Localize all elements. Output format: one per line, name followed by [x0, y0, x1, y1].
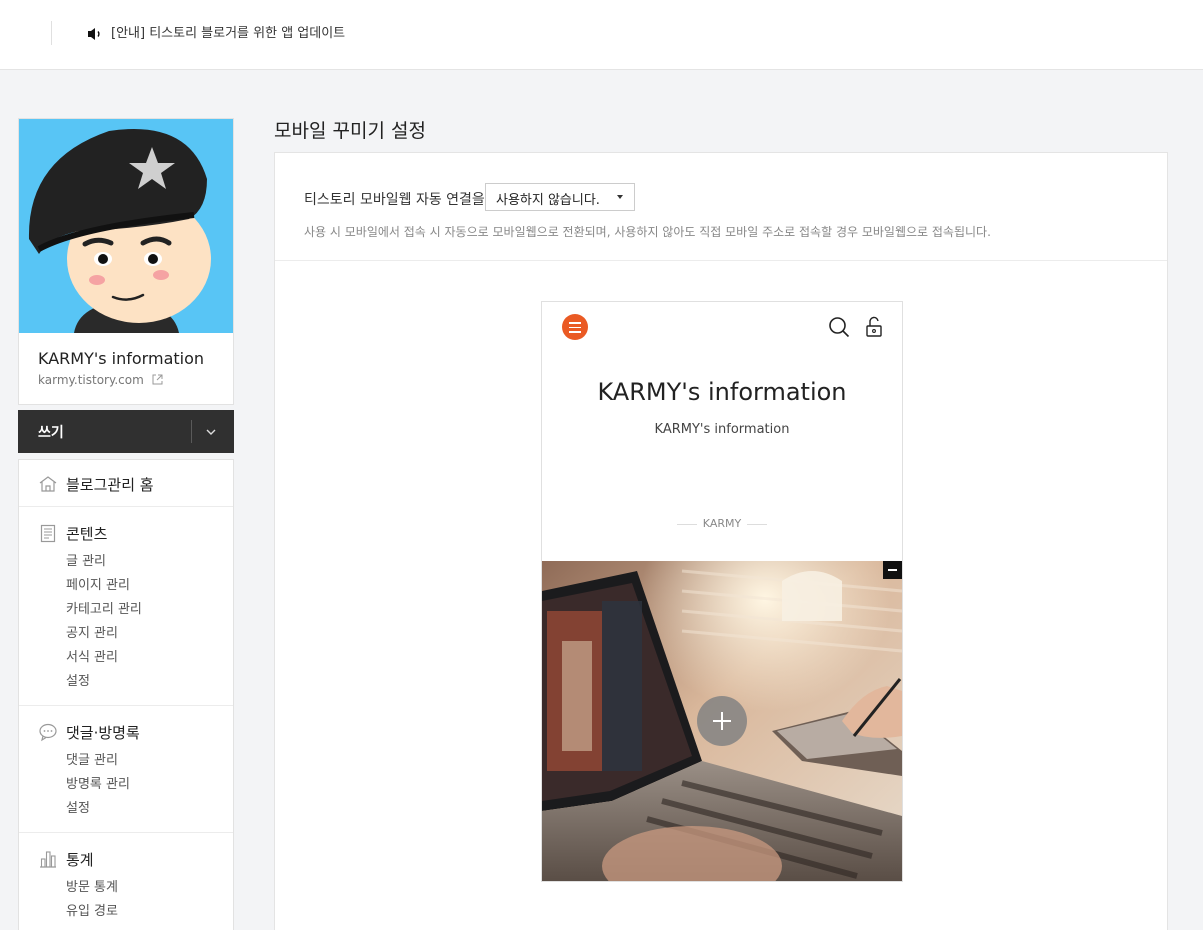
top-bar: [안내] 티스토리 블로거를 위한 앱 업데이트	[0, 0, 1203, 70]
preview-author: KARMY	[542, 517, 902, 530]
mobile-auto-link-setting: 티스토리 모바일웹 자동 연결을 사용하지 않습니다. 사용 시 모바일에서 접…	[275, 153, 1167, 261]
add-cover-image-button[interactable]	[697, 696, 747, 746]
document-icon	[40, 524, 56, 543]
menu-sub-notices[interactable]: 공지 관리	[66, 622, 118, 641]
home-icon	[39, 476, 57, 492]
collapse-cover-button[interactable]	[883, 561, 902, 579]
hamburger-menu-icon[interactable]	[562, 314, 588, 340]
menu-section-home: 블로그관리 홈	[19, 460, 233, 507]
menu-section-content: 콘텐츠 글 관리 페이지 관리 카테고리 관리 공지 관리 서식 관리 설정	[19, 507, 233, 706]
preview-blog-subtitle: KARMY's information	[654, 422, 790, 437]
write-button-separator	[191, 420, 192, 443]
bar-chart-icon	[40, 851, 56, 868]
menu-sub-comments[interactable]: 댓글 관리	[66, 749, 118, 768]
menu-sub-visit-stats[interactable]: 방문 통계	[66, 876, 118, 895]
menu-item-content[interactable]: 콘텐츠	[19, 521, 233, 545]
menu-sub-templates[interactable]: 서식 관리	[66, 646, 118, 665]
author-line-left	[676, 523, 697, 525]
page-title: 모바일 꾸미기 설정	[274, 120, 426, 142]
menu-item-comments-label: 댓글·방명록	[66, 724, 140, 742]
external-link-icon[interactable]	[152, 374, 163, 385]
mobile-preview: KARMY's information KARMY's information …	[541, 301, 903, 882]
settings-panel: 티스토리 모바일웹 자동 연결을 사용하지 않습니다. 사용 시 모바일에서 접…	[274, 152, 1168, 930]
menu-item-content-label: 콘텐츠	[66, 525, 108, 543]
speech-bubble-icon	[39, 723, 57, 742]
menu-item-stats-label: 통계	[66, 851, 94, 869]
write-button[interactable]: 쓰기	[18, 410, 234, 453]
mobile-auto-link-select[interactable]: 사용하지 않습니다.	[485, 183, 635, 211]
preview-author-name: KARMY	[702, 517, 742, 530]
menu-sub-guestbook[interactable]: 방명록 관리	[66, 773, 130, 792]
menu-sub-comments-settings[interactable]: 설정	[66, 797, 90, 816]
menu-sub-categories[interactable]: 카테고리 관리	[66, 598, 142, 617]
blog-url[interactable]: karmy.tistory.com	[38, 373, 163, 387]
menu-item-stats[interactable]: 통계	[19, 847, 233, 871]
top-bar-divider	[51, 21, 52, 45]
mobile-auto-link-select-value: 사용하지 않습니다.	[496, 193, 600, 208]
mobile-auto-link-description: 사용 시 모바일에서 접속 시 자동으로 모바일웹으로 전환되며, 사용하지 않…	[304, 225, 991, 239]
blog-name[interactable]: KARMY's information	[38, 349, 204, 368]
write-button-label: 쓰기	[38, 425, 64, 441]
menu-item-comments[interactable]: 댓글·방명록	[19, 720, 233, 744]
menu-item-home[interactable]: 블로그관리 홈	[19, 472, 233, 496]
preview-blog-title: KARMY's information	[597, 378, 847, 406]
sidebar-menu: 블로그관리 홈 콘텐츠 글 관리 페이지 관리 카테고리 관리 공지 관리 서식…	[18, 459, 234, 930]
chevron-down-icon[interactable]	[204, 425, 218, 439]
mobile-auto-link-label: 티스토리 모바일웹 자동 연결을	[304, 192, 485, 208]
speaker-icon	[88, 28, 100, 40]
menu-section-comments: 댓글·방명록 댓글 관리 방명록 관리 설정	[19, 706, 233, 833]
menu-sub-posts[interactable]: 글 관리	[66, 550, 106, 569]
menu-section-stats: 통계 방문 통계 유입 경로	[19, 833, 233, 930]
notice-link[interactable]: [안내] 티스토리 블로거를 위한 앱 업데이트	[111, 25, 345, 43]
search-icon[interactable]	[828, 316, 850, 338]
menu-item-home-label: 블로그관리 홈	[66, 476, 154, 494]
blog-url-text[interactable]: karmy.tistory.com	[38, 373, 144, 387]
avatar[interactable]	[19, 119, 233, 333]
unlock-icon[interactable]	[864, 316, 884, 338]
menu-sub-pages[interactable]: 페이지 관리	[66, 574, 130, 593]
author-line-right	[747, 523, 768, 525]
caret-down-icon	[617, 195, 623, 199]
profile-card: KARMY's information karmy.tistory.com	[18, 118, 234, 405]
menu-sub-content-settings[interactable]: 설정	[66, 670, 90, 689]
menu-sub-referrers[interactable]: 유입 경로	[66, 900, 118, 919]
